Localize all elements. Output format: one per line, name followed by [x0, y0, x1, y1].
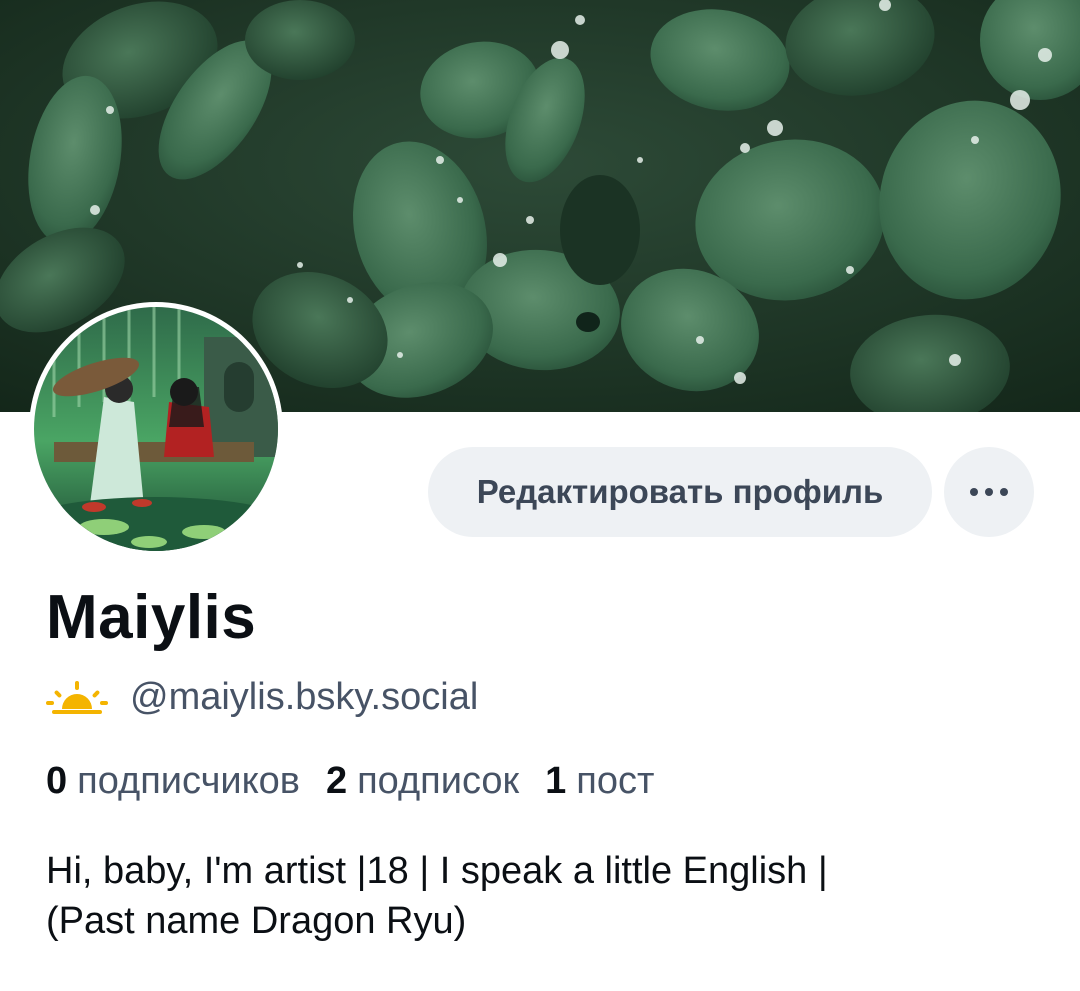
followers-count: 0 — [46, 760, 68, 802]
handle[interactable]: @maiylis.bsky.social — [130, 676, 478, 719]
following-count: 2 — [325, 760, 348, 802]
followers-stat[interactable]: 0 подписчиков — [46, 760, 326, 803]
profile-bio: Hi, baby, I'm artist |18 | I speak a lit… — [46, 846, 1046, 946]
ellipsis-icon — [970, 488, 1008, 496]
profile-stats: 0 подписчиков 2 подписок 1 пост — [46, 760, 680, 803]
posts-label: пост — [576, 760, 655, 802]
avatar-image — [34, 307, 278, 551]
sunrise-icon — [46, 681, 108, 714]
following-label: подписок — [357, 760, 520, 802]
more-options-button[interactable] — [944, 447, 1034, 537]
avatar[interactable] — [29, 302, 283, 556]
edit-profile-button[interactable]: Редактировать профиль — [428, 447, 932, 537]
posts-stat: 1 пост — [545, 760, 680, 803]
handle-row: @maiylis.bsky.social — [46, 672, 478, 722]
display-name: Maiylis — [46, 583, 257, 652]
posts-count: 1 — [545, 760, 567, 802]
bio-line: Hi, baby, I'm artist |18 | I speak a lit… — [46, 850, 828, 892]
bio-line: (Past name Dragon Ryu) — [46, 900, 467, 942]
followers-label: подписчиков — [77, 760, 300, 802]
following-stat[interactable]: 2 подписок — [326, 760, 545, 803]
